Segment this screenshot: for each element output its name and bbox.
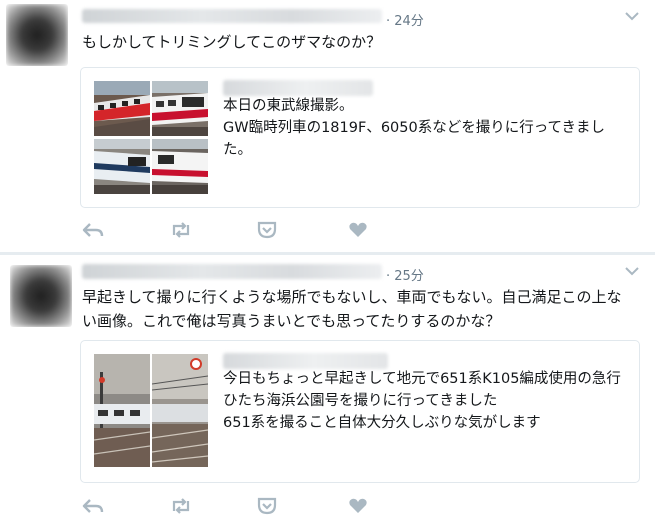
quoted-tweet-photos[interactable] <box>94 354 208 467</box>
quoted-tweet-text: 今日もちょっと早起きして地元で651系K105編成使用の急行ひたち海浜公園号を撮… <box>223 371 621 431</box>
train-photo[interactable] <box>152 354 208 467</box>
train-photo[interactable] <box>94 81 150 136</box>
quoted-tweet-card[interactable]: 本日の東武線撮影。 GW臨時列車の1819F、6050系などを撮りに行ってきまし… <box>80 67 640 208</box>
quoted-tweet-text: 本日の東武線撮影。 GW臨時列車の1819F、6050系などを撮りに行ってきまし… <box>223 98 606 158</box>
tweet-timestamp[interactable]: · 24分 <box>386 10 424 29</box>
quoted-tweet-photos[interactable] <box>94 81 208 194</box>
pocket-icon[interactable] <box>256 221 278 239</box>
train-photo[interactable] <box>94 139 150 194</box>
tweet-actions <box>82 497 382 517</box>
tweet-actions <box>82 221 382 241</box>
retweet-icon[interactable] <box>170 497 192 515</box>
train-photo[interactable] <box>94 354 150 467</box>
tweet: · 24分 もしかしてトリミングしてこのザマなのか？ 本日の東武線撮影。 GW臨… <box>0 0 655 253</box>
avatar[interactable] <box>6 4 68 66</box>
heart-icon[interactable] <box>347 221 369 239</box>
reply-icon[interactable] <box>82 221 104 239</box>
train-photo[interactable] <box>152 81 208 136</box>
author-name-redacted[interactable] <box>82 9 382 23</box>
train-photo[interactable] <box>152 139 208 194</box>
author-name-redacted[interactable] <box>82 264 382 279</box>
chevron-down-icon[interactable] <box>625 266 639 276</box>
tweet-timestamp[interactable]: · 25分 <box>386 265 424 284</box>
tweet-text: もしかしてトリミングしてこのザマなのか？ <box>82 33 382 51</box>
tweet: · 25分 早起きして撮りに行くような場所でもないし、車両でもない。自己満足この… <box>0 255 655 531</box>
chevron-down-icon[interactable] <box>625 11 639 21</box>
reply-icon[interactable] <box>82 497 104 515</box>
pocket-icon[interactable] <box>256 497 278 515</box>
retweet-icon[interactable] <box>170 221 192 239</box>
quoted-author-name-redacted[interactable] <box>223 353 388 369</box>
quoted-author-name-redacted[interactable] <box>223 80 373 96</box>
heart-icon[interactable] <box>347 497 369 515</box>
quoted-tweet-card[interactable]: 今日もちょっと早起きして地元で651系K105編成使用の急行ひたち海浜公園号を撮… <box>80 340 640 483</box>
avatar[interactable] <box>10 265 72 327</box>
tweet-text: 早起きして撮りに行くような場所でもないし、車両でもない。自己満足この上ない画像。… <box>82 288 622 330</box>
